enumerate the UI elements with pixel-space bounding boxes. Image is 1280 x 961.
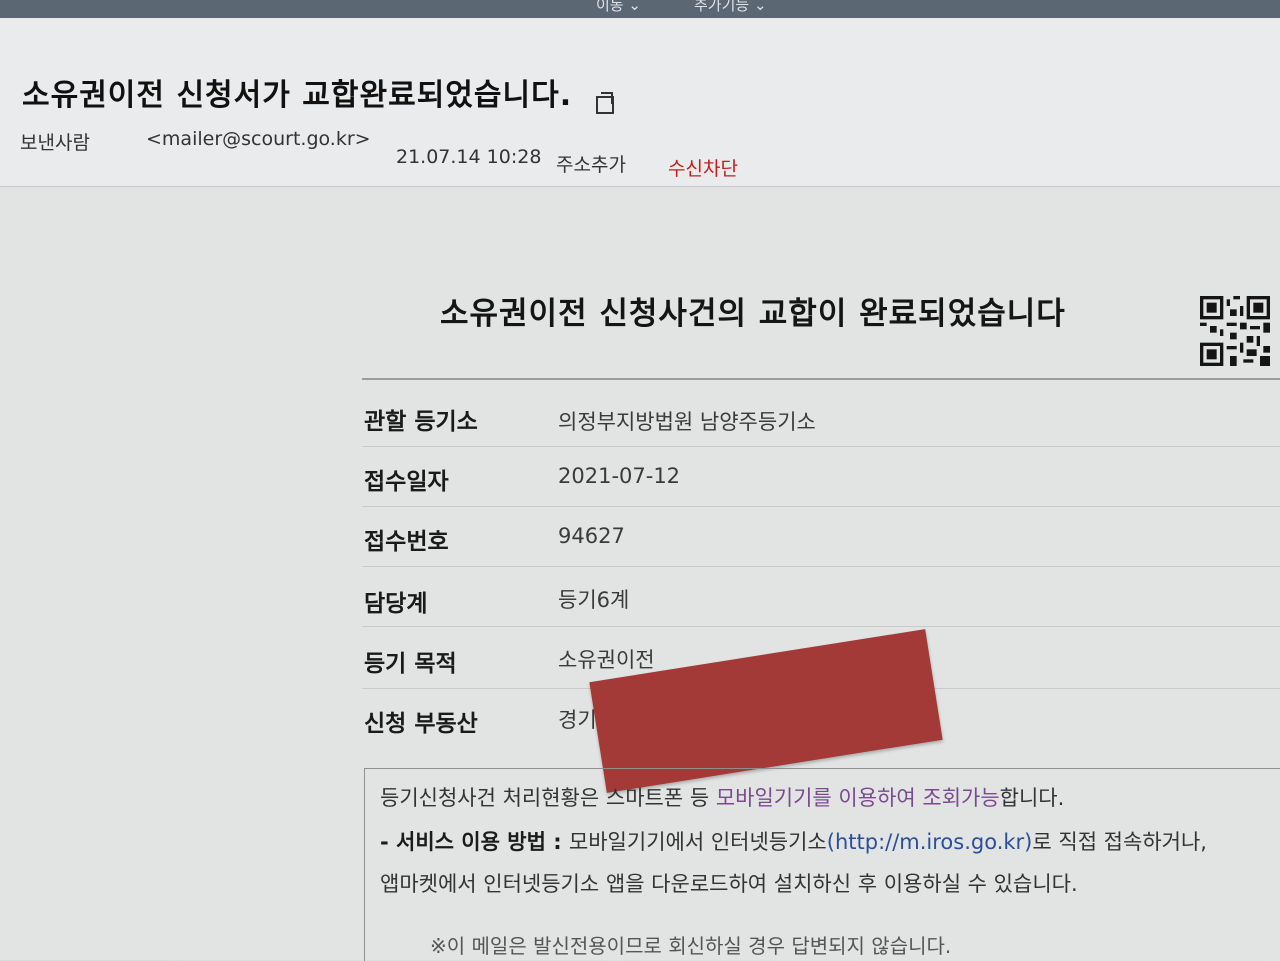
info-line-no-reply: ※이 메일은 발신전용이므로 회신하실 경우 답변되지 않습니다. (430, 934, 952, 958)
row-label-property: 신청 부동산 (364, 711, 478, 737)
info-line-usage: - 서비스 이용 방법 : 모바일기기에서 인터넷등기소(http://m.ir… (380, 826, 1207, 856)
menu-more-features[interactable]: 추가기능 ⌄ (694, 0, 767, 15)
sent-date: 21.07.14 10:28 (396, 146, 542, 168)
add-contact-link[interactable]: 주소추가 (556, 150, 626, 177)
row-value-department: 등기6계 (558, 588, 630, 612)
row-divider (362, 626, 1280, 627)
row-label-department: 담당계 (364, 591, 428, 617)
row-value-receipt-date: 2021-07-12 (558, 464, 681, 488)
row-divider (362, 566, 1280, 567)
email-subject: 소유권이전 신청서가 교합완료되었습니다. (22, 78, 573, 113)
row-divider (362, 506, 1280, 507)
usage-heading: - 서비스 이용 방법 : (380, 830, 569, 854)
notice-title: 소유권이전 신청사건의 교합이 완료되었습니다 (440, 296, 1066, 332)
qr-code-icon (1200, 296, 1270, 366)
row-label-registration-purpose: 등기 목적 (364, 651, 457, 677)
row-label-registry-office: 관할 등기소 (364, 409, 478, 435)
info-text: 합니다. (999, 786, 1065, 810)
sender-address[interactable]: <mailer@scourt.go.kr> (146, 128, 371, 150)
top-menu-bar: 이동 ⌄ 추가기능 ⌄ (0, 0, 1280, 18)
copy-icon[interactable] (596, 92, 614, 114)
iros-mobile-link[interactable]: (http://m.iros.go.kr) (827, 830, 1033, 854)
row-divider (362, 446, 1280, 447)
row-value-property: 경기 (558, 708, 597, 732)
row-value-registry-office: 의정부지방법원 남양주등기소 (558, 410, 816, 434)
row-label-receipt-number: 접수번호 (364, 529, 449, 555)
info-text: 등기신청사건 처리현황은 스마트폰 등 (380, 786, 716, 810)
info-line-app: 앱마켓에서 인터넷등기소 앱을 다운로드하여 설치하신 후 이용하실 수 있습니… (380, 872, 1078, 896)
sender-label: 보낸사람 (20, 132, 90, 154)
row-value-receipt-number: 94627 (558, 524, 625, 548)
info-highlight: 모바일기기를 이용하여 조회가능 (715, 786, 1000, 810)
block-sender-link[interactable]: 수신차단 (668, 154, 738, 181)
info-text: 로 직접 접속하거나, (1032, 830, 1207, 854)
row-label-receipt-date: 접수일자 (364, 469, 449, 495)
row-value-registration-purpose: 소유권이전 (558, 648, 655, 672)
menu-move[interactable]: 이동 ⌄ (596, 0, 641, 15)
info-text: 모바일기기에서 인터넷등기소 (568, 830, 827, 854)
table-top-rule (362, 378, 1280, 380)
info-line-mobile: 등기신청사건 처리현황은 스마트폰 등 모바일기기를 이용하여 조회가능합니다. (380, 782, 1064, 812)
